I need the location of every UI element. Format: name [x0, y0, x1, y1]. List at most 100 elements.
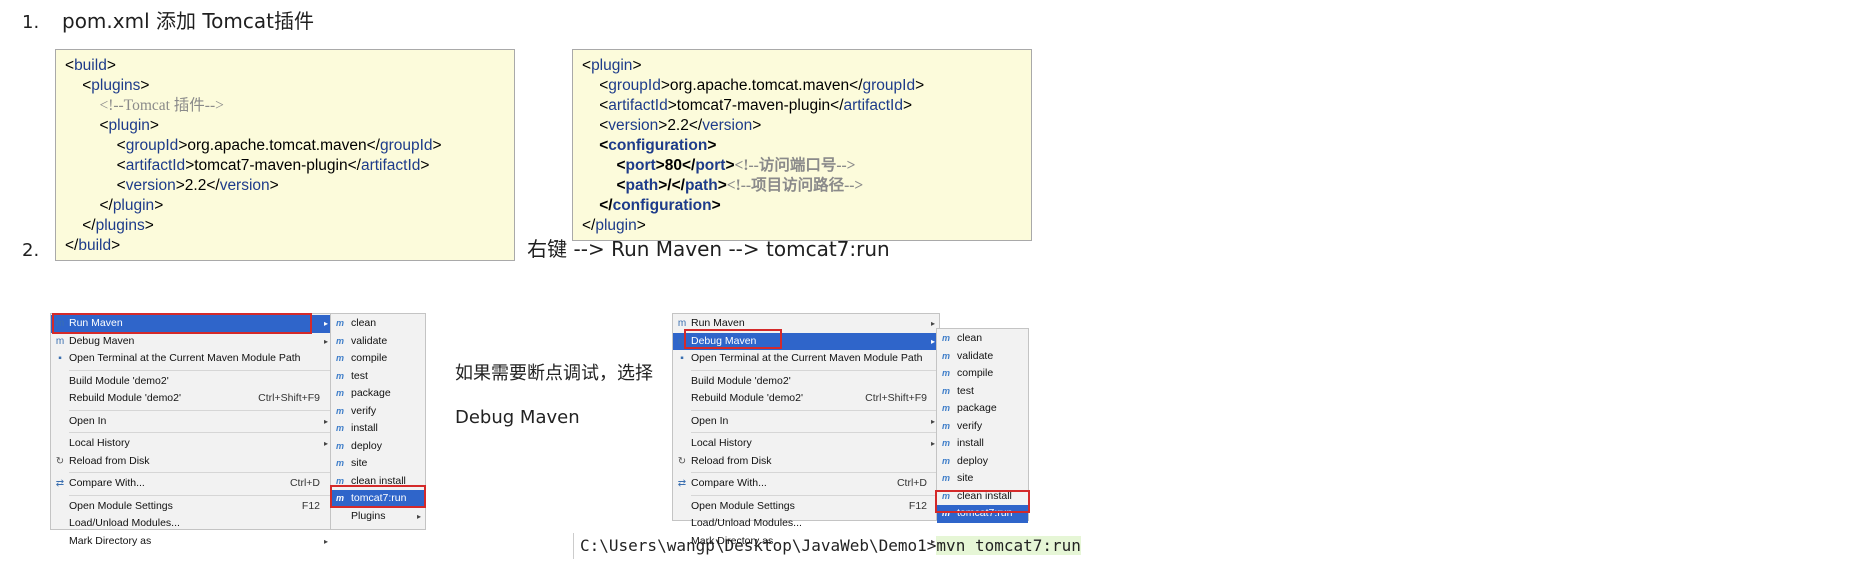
goal-compile[interactable]: m compile	[331, 350, 425, 368]
menu-item-debug-maven[interactable]: m Debug Maven ▸	[673, 332, 939, 350]
maven-goal-icon: m	[941, 455, 950, 466]
submenu-arrow-icon: ▸	[323, 336, 328, 346]
pom-build-snippet: <build> <plugins> <!--Tomcat 插件--> <plug…	[55, 49, 515, 261]
code-line: <groupId>org.apache.tomcat.maven</groupI…	[65, 137, 442, 154]
menu-item-rebuild-module[interactable]: Rebuild Module 'demo2' Ctrl+Shift+F9	[673, 390, 939, 408]
submenu-arrow-icon: ▸	[323, 439, 328, 448]
menu-separator	[691, 369, 939, 371]
terminal-icon: ▪	[680, 353, 684, 364]
goal-verify[interactable]: m verify	[937, 418, 1028, 436]
goal-deploy[interactable]: m deploy	[937, 453, 1028, 471]
maven-goals-submenu-run: m clean m validate m compile m test m package…	[330, 313, 426, 530]
goal-install[interactable]: m install	[937, 435, 1028, 453]
goal-clean[interactable]: m clean	[331, 315, 425, 333]
menu-item-open-terminal[interactable]: ▪ Open Terminal at the Current Maven Modu…	[51, 350, 332, 368]
step-number: 1.	[22, 12, 40, 33]
goal-verify[interactable]: m verify	[331, 403, 425, 421]
menu-separator	[69, 472, 332, 473]
menu-item-open-in[interactable]: Open In ▸	[673, 413, 939, 431]
code-line: </plugins>	[65, 217, 154, 234]
menu-item-open-terminal[interactable]: ▪ Open Terminal at the Current Maven Modu…	[673, 350, 939, 368]
submenu-arrow-icon: ▸	[323, 319, 328, 328]
goal-clean-install[interactable]: m clean install	[937, 488, 1028, 506]
goal-clean-install[interactable]: m clean install	[331, 473, 425, 491]
maven-goal-icon: m	[335, 458, 344, 468]
menu-item-debug-maven[interactable]: m Debug Maven ▸	[51, 333, 332, 351]
menu-item-rebuild-module[interactable]: Rebuild Module 'demo2' Ctrl+Shift+F9	[51, 390, 332, 408]
menu-separator	[691, 494, 939, 496]
menu-separator	[691, 472, 939, 473]
maven-goal-icon: m	[335, 493, 344, 503]
menu-item-reload-from-disk[interactable]: ↻ Reload from Disk	[51, 453, 332, 471]
compare-icon: ⇄	[677, 478, 687, 489]
submenu-arrow-icon: ▸	[323, 416, 328, 426]
code-line: <configuration>	[582, 137, 717, 154]
maven-goal-icon: m	[335, 318, 344, 328]
maven-goal-icon: m	[941, 490, 950, 501]
goal-deploy[interactable]: m deploy	[331, 438, 425, 456]
maven-goal-icon: m	[941, 420, 950, 431]
menu-item-module-settings[interactable]: Open Module Settings F12	[51, 498, 332, 516]
goal-compile[interactable]: m compile	[937, 365, 1028, 383]
code-line: <plugin>	[582, 57, 642, 74]
menu-item-build-module[interactable]: Build Module 'demo2'	[673, 373, 939, 391]
maven-goal-icon: m	[335, 440, 344, 451]
context-menu-run: m Run Maven ▸ m Debug Maven ▸ ▪ Open Terminal…	[50, 313, 333, 547]
menu-item-compare-with[interactable]: ⇄ Compare With... Ctrl+D	[51, 475, 332, 493]
maven-icon: m	[677, 318, 687, 329]
goal-package[interactable]: m package	[331, 385, 425, 403]
menu-item-reload-from-disk[interactable]: ↻ Reload from Disk	[673, 453, 939, 471]
code-line: <port>80</port><!--访问端口号-->	[582, 157, 856, 174]
goal-site[interactable]: m site	[937, 470, 1028, 488]
step-text: pom.xml 添加 Tomcat插件	[62, 9, 314, 33]
goal-test[interactable]: m test	[331, 368, 425, 386]
menu-item-module-settings[interactable]: Open Module Settings F12	[673, 498, 939, 516]
reload-icon: ↻	[677, 455, 687, 467]
menu-item-local-history[interactable]: Local History ▸	[51, 435, 332, 453]
maven-goal-icon: m	[335, 370, 344, 381]
reload-icon: ↻	[55, 455, 65, 467]
submenu-plugins[interactable]: Plugins ▸	[331, 508, 425, 526]
code-line: <plugins>	[65, 77, 150, 94]
menu-item-mark-directory[interactable]: Mark Directory as ▸	[51, 533, 332, 551]
code-line: </plugin>	[65, 197, 164, 214]
maven-goal-icon: m	[941, 508, 950, 518]
menu-separator	[69, 432, 332, 433]
menu-item-build-module[interactable]: Build Module 'demo2'	[51, 373, 332, 391]
menu-separator	[69, 494, 332, 496]
submenu-arrow-icon: ▸	[930, 416, 935, 426]
goal-install[interactable]: m install	[331, 420, 425, 438]
maven-goal-icon: m	[335, 388, 344, 398]
code-line: <build>	[65, 57, 116, 74]
maven-icon: m	[55, 318, 65, 329]
maven-goal-icon: m	[335, 335, 344, 346]
menu-item-compare-with[interactable]: ⇄ Compare With... Ctrl+D	[673, 475, 939, 493]
goal-validate[interactable]: m validate	[331, 333, 425, 351]
goal-tomcat7-run[interactable]: m tomcat7:run	[331, 490, 425, 508]
menu-item-load-unload[interactable]: Load/Unload Modules...	[51, 515, 332, 533]
terminal-command-line: C:\Users\wangp\Desktop\JavaWeb\Demo1>mvn…	[573, 533, 1083, 559]
menu-item-open-in[interactable]: Open In ▸	[51, 413, 332, 431]
terminal-icon: ▪	[58, 353, 62, 364]
goal-site[interactable]: m site	[331, 455, 425, 473]
menu-item-load-unload[interactable]: Load/Unload Modules...	[673, 515, 939, 533]
code-line: </build>	[65, 237, 121, 254]
goal-tomcat7-run[interactable]: m tomcat7:run	[937, 505, 1028, 523]
code-line: <artifactId>tomcat7-maven-plugin</artifa…	[582, 97, 913, 114]
menu-separator	[691, 409, 939, 411]
plugin-config-snippet: <plugin> <groupId>org.apache.tomcat.mave…	[572, 49, 1032, 241]
goal-validate[interactable]: m validate	[937, 348, 1028, 366]
maven-goal-icon: m	[335, 475, 344, 486]
submenu-arrow-icon: ▸	[930, 439, 935, 448]
maven-goal-icon: m	[335, 405, 344, 416]
goal-test[interactable]: m test	[937, 383, 1028, 401]
menu-item-local-history[interactable]: Local History ▸	[673, 435, 939, 453]
code-line: <plugin>	[65, 117, 159, 134]
goal-clean[interactable]: m clean	[937, 330, 1028, 348]
goal-package[interactable]: m package	[937, 400, 1028, 418]
menu-item-run-maven[interactable]: m Run Maven ▸	[51, 315, 332, 333]
menu-item-run-maven[interactable]: m Run Maven ▸	[673, 315, 939, 333]
maven-goal-icon: m	[941, 333, 950, 343]
submenu-arrow-icon: ▸	[416, 511, 421, 521]
code-line: <version>2.2</version>	[582, 117, 762, 134]
